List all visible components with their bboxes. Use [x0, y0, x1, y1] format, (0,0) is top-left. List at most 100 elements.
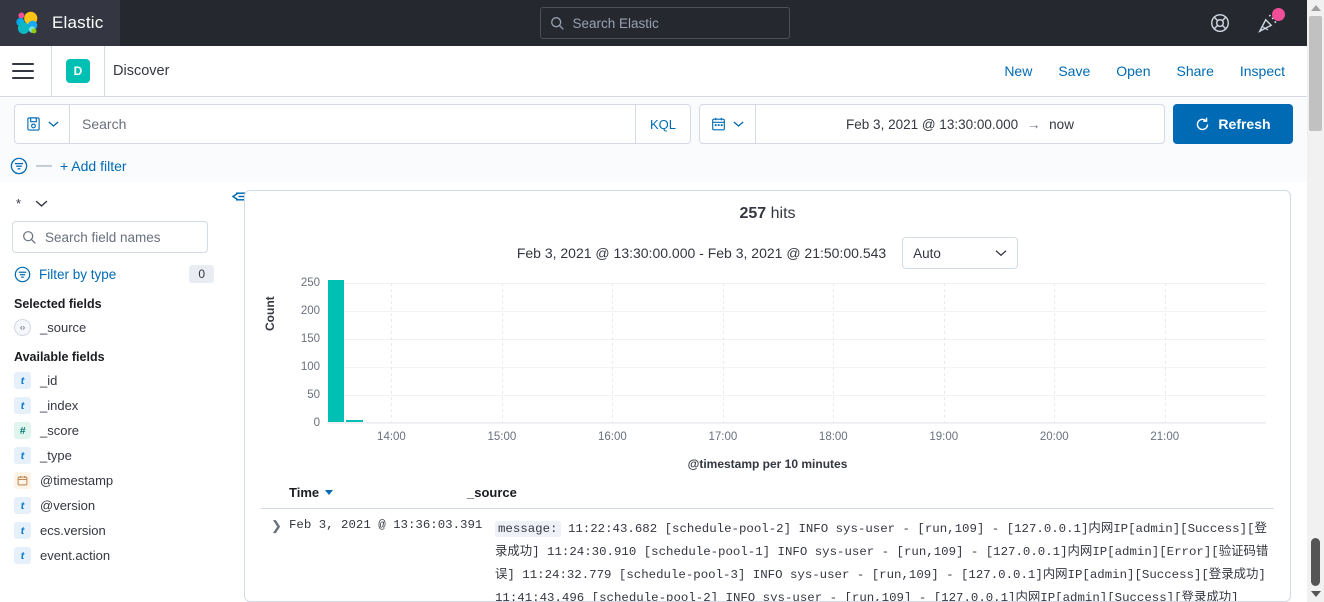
y-gridline — [327, 311, 1266, 312]
refresh-button[interactable]: Refresh — [1173, 104, 1293, 144]
documents-table: Time _source ❯ Feb 3, 2021 @ 13:36:03.39… — [261, 479, 1274, 602]
field-search-placeholder: Search field names — [45, 230, 161, 245]
search-input[interactable]: Search — [69, 105, 635, 143]
interval-select[interactable]: Auto — [902, 237, 1018, 269]
x-gridline — [1165, 283, 1166, 423]
table-header-row: Time _source — [261, 479, 1274, 509]
hits-summary: 257 hits — [261, 205, 1274, 223]
field-item-version[interactable]: t @version — [12, 493, 216, 518]
string-type-icon: t — [14, 397, 31, 414]
date-end-value[interactable]: now — [1049, 117, 1074, 132]
new-button[interactable]: New — [1004, 63, 1032, 79]
x-gridline — [833, 283, 834, 423]
field-name: _id — [40, 373, 57, 388]
calendar-icon — [711, 116, 726, 132]
filter-bar: — + Add filter — [0, 150, 1307, 182]
x-axis-tick-label: 18:00 — [819, 431, 848, 443]
add-filter-button[interactable]: + Add filter — [60, 158, 127, 174]
x-axis-tick-label: 17:00 — [708, 431, 737, 443]
chart-plot-area[interactable]: 05010015020025014:0015:0016:0017:0018:00… — [327, 283, 1266, 423]
y-axis-tick-label: 250 — [301, 277, 320, 289]
index-pattern-name: * — [16, 196, 21, 211]
x-axis-tick-label: 19:00 — [929, 431, 958, 443]
discover-main: 257 hits Feb 3, 2021 @ 13:30:00.000 - Fe… — [228, 182, 1307, 602]
global-search-input[interactable]: Search Elastic — [540, 7, 790, 39]
party-popper-icon[interactable] — [1257, 12, 1279, 34]
x-axis-tick-label: 21:00 — [1150, 431, 1179, 443]
field-item-event-action[interactable]: t event.action — [12, 543, 216, 568]
chevron-down-icon — [48, 120, 59, 128]
help-lifebuoy-icon[interactable] — [1209, 12, 1231, 34]
hamburger-menu-icon[interactable] — [12, 63, 34, 79]
table-row[interactable]: ❯ Feb 3, 2021 @ 13:36:03.391 message: 11… — [261, 509, 1274, 602]
field-item-_id[interactable]: t _id — [12, 368, 216, 393]
field-sidebar: * Search field names Fi — [0, 182, 228, 602]
search-icon — [550, 16, 565, 31]
page-scrollbar-thumb[interactable] — [1309, 16, 1322, 131]
field-name: _index — [40, 398, 78, 413]
table-scrollbar-thumb[interactable] — [1311, 538, 1320, 586]
field-item-_type[interactable]: t _type — [12, 443, 216, 468]
column-header-time[interactable]: Time — [261, 485, 467, 500]
inspect-button[interactable]: Inspect — [1240, 63, 1285, 79]
header-icon-group — [1209, 12, 1307, 34]
field-name: @version — [40, 498, 95, 513]
histogram-bar[interactable] — [328, 280, 344, 422]
interval-value: Auto — [913, 246, 941, 261]
x-gridline — [391, 283, 392, 423]
kibana-discover-app: Elastic Search Elastic — [0, 0, 1324, 602]
date-start-value[interactable]: Feb 3, 2021 @ 13:30:00.000 — [846, 117, 1018, 132]
chart-time-range: Feb 3, 2021 @ 13:30:00.000 - Feb 3, 2021… — [517, 245, 886, 261]
save-disk-icon — [26, 116, 41, 132]
filter-list-icon[interactable] — [10, 157, 28, 175]
scroll-down-arrow-icon[interactable] — [1311, 591, 1321, 597]
number-type-icon: # — [14, 422, 31, 439]
histogram-bar[interactable] — [346, 420, 362, 422]
field-item-timestamp[interactable]: @timestamp — [12, 468, 216, 493]
refresh-label: Refresh — [1218, 116, 1270, 132]
x-axis-line — [327, 422, 1266, 423]
available-fields-title: Available fields — [14, 350, 216, 364]
search-icon — [22, 230, 37, 245]
field-item-source[interactable]: ‹› _source — [12, 315, 216, 340]
field-item-ecs-version[interactable]: t ecs.version — [12, 518, 216, 543]
y-axis-label: Count — [263, 296, 277, 331]
index-pattern-selector[interactable]: * — [12, 190, 216, 221]
string-type-icon: t — [14, 372, 31, 389]
x-gridline — [944, 283, 945, 423]
save-button[interactable]: Save — [1058, 63, 1090, 79]
field-item-_index[interactable]: t _index — [12, 393, 216, 418]
open-button[interactable]: Open — [1116, 63, 1150, 79]
filter-separator: — — [36, 157, 52, 175]
string-type-icon: t — [14, 522, 31, 539]
date-range-display[interactable]: Feb 3, 2021 @ 13:30:00.000 → now — [756, 117, 1164, 132]
notification-badge — [1272, 8, 1285, 21]
results-panel: 257 hits Feb 3, 2021 @ 13:30:00.000 - Fe… — [244, 190, 1291, 602]
source-type-icon: ‹› — [14, 319, 31, 336]
field-name: _source — [40, 320, 86, 335]
y-axis-tick-label: 200 — [301, 305, 320, 317]
elastic-home-link[interactable]: Elastic — [0, 0, 120, 46]
x-axis-tick-label: 16:00 — [598, 431, 627, 443]
table-scrollbar[interactable] — [1307, 522, 1324, 602]
histogram-chart[interactable]: Count 05010015020025014:0015:0016:0017:0… — [261, 281, 1274, 471]
y-axis-tick-label: 0 — [314, 417, 320, 429]
date-range-arrow: → — [1027, 117, 1041, 132]
share-button[interactable]: Share — [1177, 63, 1214, 79]
application-header: D Discover New Save Open Share Inspect — [0, 46, 1307, 97]
query-language-switcher[interactable]: KQL — [635, 105, 690, 143]
field-search-input[interactable]: Search field names — [12, 221, 208, 253]
breadcrumb[interactable]: Discover — [113, 63, 169, 79]
date-quick-select-button[interactable] — [700, 105, 756, 143]
scroll-up-arrow-icon[interactable] — [1311, 5, 1321, 11]
filter-by-type-button[interactable]: Filter by type 0 — [12, 261, 216, 287]
page-scrollbar[interactable] — [1307, 0, 1324, 602]
x-gridline — [1054, 283, 1055, 423]
saved-query-menu-button[interactable] — [15, 116, 69, 132]
chevron-down-icon — [35, 199, 48, 208]
field-item-_score[interactable]: # _score — [12, 418, 216, 443]
column-header-source[interactable]: _source — [467, 485, 517, 500]
x-axis-tick-label: 20:00 — [1040, 431, 1069, 443]
y-gridline — [327, 367, 1266, 368]
expand-row-chevron-right-icon[interactable]: ❯ — [261, 518, 289, 602]
